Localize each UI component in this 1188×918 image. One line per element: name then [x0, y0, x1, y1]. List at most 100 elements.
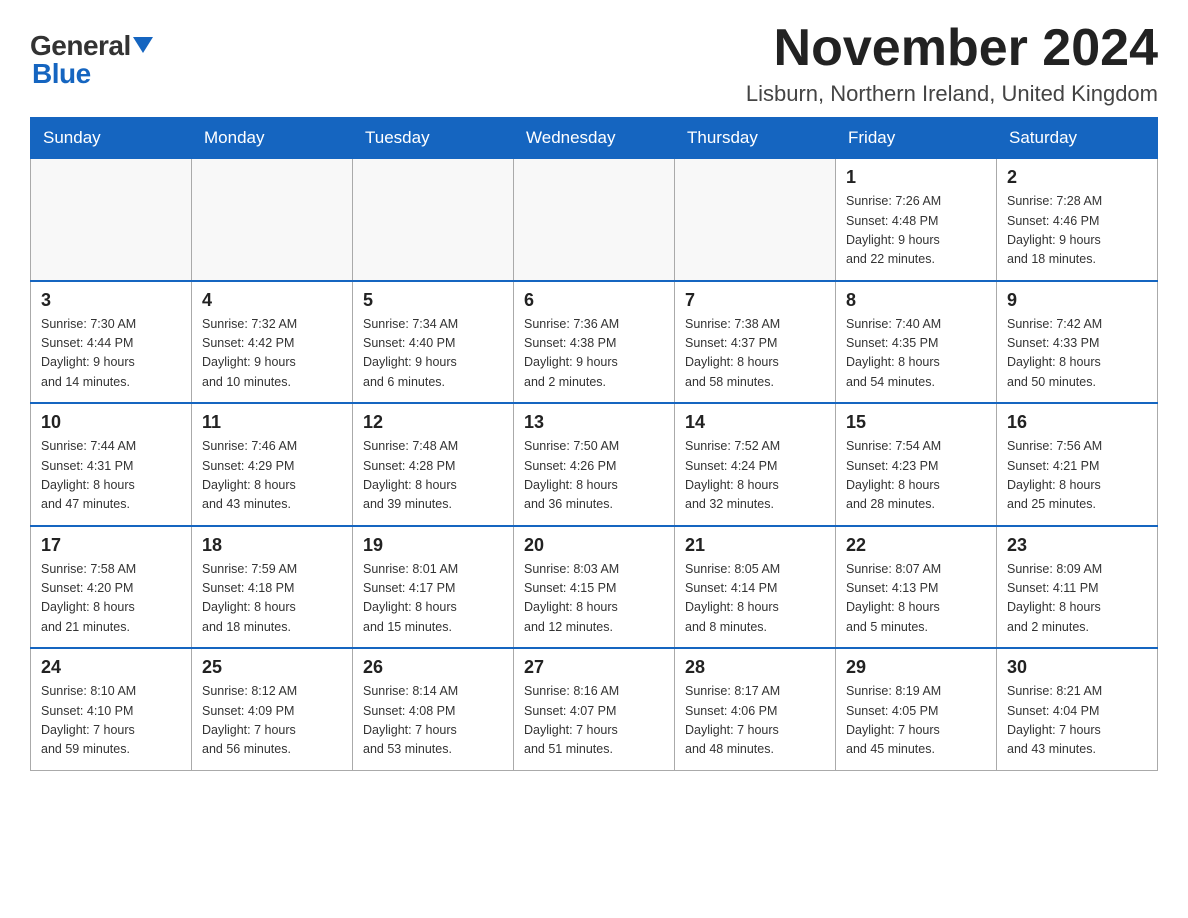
day-info: Sunrise: 7:56 AMSunset: 4:21 PMDaylight:…	[1007, 437, 1147, 515]
calendar-cell: 18 Sunrise: 7:59 AMSunset: 4:18 PMDayligh…	[192, 526, 353, 649]
day-info: Sunrise: 8:10 AMSunset: 4:10 PMDaylight:…	[41, 682, 181, 760]
day-number: 13	[524, 412, 664, 433]
day-info: Sunrise: 8:14 AMSunset: 4:08 PMDaylight:…	[363, 682, 503, 760]
day-number: 28	[685, 657, 825, 678]
day-info: Sunrise: 7:38 AMSunset: 4:37 PMDaylight:…	[685, 315, 825, 393]
day-number: 3	[41, 290, 181, 311]
calendar-cell: 22 Sunrise: 8:07 AMSunset: 4:13 PMDayligh…	[836, 526, 997, 649]
calendar-cell: 13 Sunrise: 7:50 AMSunset: 4:26 PMDayligh…	[514, 403, 675, 526]
day-info: Sunrise: 7:52 AMSunset: 4:24 PMDaylight:…	[685, 437, 825, 515]
calendar-cell: 25 Sunrise: 8:12 AMSunset: 4:09 PMDayligh…	[192, 648, 353, 770]
calendar-cell: 27Sunrise: 8:16 AMSunset: 4:07 PMDayligh…	[514, 648, 675, 770]
day-number: 18	[202, 535, 342, 556]
calendar-cell: 4 Sunrise: 7:32 AMSunset: 4:42 PMDaylight…	[192, 281, 353, 404]
day-number: 14	[685, 412, 825, 433]
calendar-cell	[31, 159, 192, 281]
logo-blue: Blue	[32, 58, 91, 90]
day-info: Sunrise: 7:44 AMSunset: 4:31 PMDaylight:…	[41, 437, 181, 515]
day-number: 4	[202, 290, 342, 311]
location-title: Lisburn, Northern Ireland, United Kingdo…	[746, 81, 1158, 107]
calendar-cell: 8Sunrise: 7:40 AMSunset: 4:35 PMDaylight…	[836, 281, 997, 404]
day-info: Sunrise: 7:32 AMSunset: 4:42 PMDaylight:…	[202, 315, 342, 393]
day-info: Sunrise: 7:26 AMSunset: 4:48 PMDaylight:…	[846, 192, 986, 270]
day-number: 6	[524, 290, 664, 311]
calendar-cell: 14 Sunrise: 7:52 AMSunset: 4:24 PMDayligh…	[675, 403, 836, 526]
day-number: 22	[846, 535, 986, 556]
header-area: General Blue November 2024 Lisburn, Nort…	[30, 20, 1158, 107]
calendar-week-row: 17Sunrise: 7:58 AMSunset: 4:20 PMDayligh…	[31, 526, 1158, 649]
day-number: 20	[524, 535, 664, 556]
calendar-cell: 26 Sunrise: 8:14 AMSunset: 4:08 PMDayligh…	[353, 648, 514, 770]
calendar-cell: 19 Sunrise: 8:01 AMSunset: 4:17 PMDayligh…	[353, 526, 514, 649]
day-number: 24	[41, 657, 181, 678]
day-number: 9	[1007, 290, 1147, 311]
calendar-week-row: 24 Sunrise: 8:10 AMSunset: 4:10 PMDayligh…	[31, 648, 1158, 770]
day-number: 8	[846, 290, 986, 311]
calendar-cell: 21 Sunrise: 8:05 AMSunset: 4:14 PMDayligh…	[675, 526, 836, 649]
day-number: 10	[41, 412, 181, 433]
day-info: Sunrise: 7:59 AMSunset: 4:18 PMDaylight:…	[202, 560, 342, 638]
weekday-header-monday: Monday	[192, 118, 353, 159]
calendar-cell: 24 Sunrise: 8:10 AMSunset: 4:10 PMDayligh…	[31, 648, 192, 770]
day-info: Sunrise: 7:36 AMSunset: 4:38 PMDaylight:…	[524, 315, 664, 393]
title-area: November 2024 Lisburn, Northern Ireland,…	[746, 20, 1158, 107]
day-info: Sunrise: 7:48 AMSunset: 4:28 PMDaylight:…	[363, 437, 503, 515]
weekday-header-wednesday: Wednesday	[514, 118, 675, 159]
day-info: Sunrise: 8:21 AMSunset: 4:04 PMDaylight:…	[1007, 682, 1147, 760]
day-info: Sunrise: 7:46 AMSunset: 4:29 PMDaylight:…	[202, 437, 342, 515]
calendar-week-row: 10 Sunrise: 7:44 AMSunset: 4:31 PMDayligh…	[31, 403, 1158, 526]
calendar-cell: 1 Sunrise: 7:26 AMSunset: 4:48 PMDaylight…	[836, 159, 997, 281]
day-info: Sunrise: 7:30 AMSunset: 4:44 PMDaylight:…	[41, 315, 181, 393]
calendar-cell: 20 Sunrise: 8:03 AMSunset: 4:15 PMDayligh…	[514, 526, 675, 649]
day-info: Sunrise: 8:03 AMSunset: 4:15 PMDaylight:…	[524, 560, 664, 638]
weekday-header-saturday: Saturday	[997, 118, 1158, 159]
day-info: Sunrise: 7:50 AMSunset: 4:26 PMDaylight:…	[524, 437, 664, 515]
calendar-cell: 30Sunrise: 8:21 AMSunset: 4:04 PMDayligh…	[997, 648, 1158, 770]
calendar-cell	[192, 159, 353, 281]
day-number: 5	[363, 290, 503, 311]
calendar-cell	[514, 159, 675, 281]
day-number: 1	[846, 167, 986, 188]
calendar-cell: 29Sunrise: 8:19 AMSunset: 4:05 PMDayligh…	[836, 648, 997, 770]
calendar-week-row: 1 Sunrise: 7:26 AMSunset: 4:48 PMDaylight…	[31, 159, 1158, 281]
day-info: Sunrise: 7:28 AMSunset: 4:46 PMDaylight:…	[1007, 192, 1147, 270]
calendar-cell: 23 Sunrise: 8:09 AMSunset: 4:11 PMDayligh…	[997, 526, 1158, 649]
calendar-week-row: 3 Sunrise: 7:30 AMSunset: 4:44 PMDaylight…	[31, 281, 1158, 404]
calendar-cell: 15 Sunrise: 7:54 AMSunset: 4:23 PMDayligh…	[836, 403, 997, 526]
calendar-cell: 11 Sunrise: 7:46 AMSunset: 4:29 PMDayligh…	[192, 403, 353, 526]
day-number: 26	[363, 657, 503, 678]
logo-triangle-icon	[133, 37, 153, 53]
day-number: 23	[1007, 535, 1147, 556]
weekday-header-tuesday: Tuesday	[353, 118, 514, 159]
calendar-cell: 9Sunrise: 7:42 AMSunset: 4:33 PMDaylight…	[997, 281, 1158, 404]
calendar-cell: 3 Sunrise: 7:30 AMSunset: 4:44 PMDaylight…	[31, 281, 192, 404]
day-info: Sunrise: 8:12 AMSunset: 4:09 PMDaylight:…	[202, 682, 342, 760]
day-info: Sunrise: 8:16 AMSunset: 4:07 PMDaylight:…	[524, 682, 664, 760]
month-year-title: November 2024	[746, 20, 1158, 77]
day-number: 12	[363, 412, 503, 433]
calendar-cell: 2 Sunrise: 7:28 AMSunset: 4:46 PMDaylight…	[997, 159, 1158, 281]
day-number: 25	[202, 657, 342, 678]
calendar-cell: 12 Sunrise: 7:48 AMSunset: 4:28 PMDayligh…	[353, 403, 514, 526]
day-info: Sunrise: 8:07 AMSunset: 4:13 PMDaylight:…	[846, 560, 986, 638]
day-info: Sunrise: 8:09 AMSunset: 4:11 PMDaylight:…	[1007, 560, 1147, 638]
weekday-header-thursday: Thursday	[675, 118, 836, 159]
calendar-cell: 28Sunrise: 8:17 AMSunset: 4:06 PMDayligh…	[675, 648, 836, 770]
day-info: Sunrise: 7:34 AMSunset: 4:40 PMDaylight:…	[363, 315, 503, 393]
day-number: 2	[1007, 167, 1147, 188]
day-info: Sunrise: 8:05 AMSunset: 4:14 PMDaylight:…	[685, 560, 825, 638]
day-number: 19	[363, 535, 503, 556]
day-info: Sunrise: 8:01 AMSunset: 4:17 PMDaylight:…	[363, 560, 503, 638]
day-number: 16	[1007, 412, 1147, 433]
day-number: 21	[685, 535, 825, 556]
weekday-header-row: SundayMondayTuesdayWednesdayThursdayFrid…	[31, 118, 1158, 159]
calendar-cell: 10 Sunrise: 7:44 AMSunset: 4:31 PMDayligh…	[31, 403, 192, 526]
calendar-cell: 16 Sunrise: 7:56 AMSunset: 4:21 PMDayligh…	[997, 403, 1158, 526]
calendar-cell: 7Sunrise: 7:38 AMSunset: 4:37 PMDaylight…	[675, 281, 836, 404]
day-number: 11	[202, 412, 342, 433]
calendar-cell	[675, 159, 836, 281]
day-info: Sunrise: 7:58 AMSunset: 4:20 PMDaylight:…	[41, 560, 181, 638]
day-info: Sunrise: 7:54 AMSunset: 4:23 PMDaylight:…	[846, 437, 986, 515]
day-number: 15	[846, 412, 986, 433]
calendar-cell: 17Sunrise: 7:58 AMSunset: 4:20 PMDayligh…	[31, 526, 192, 649]
